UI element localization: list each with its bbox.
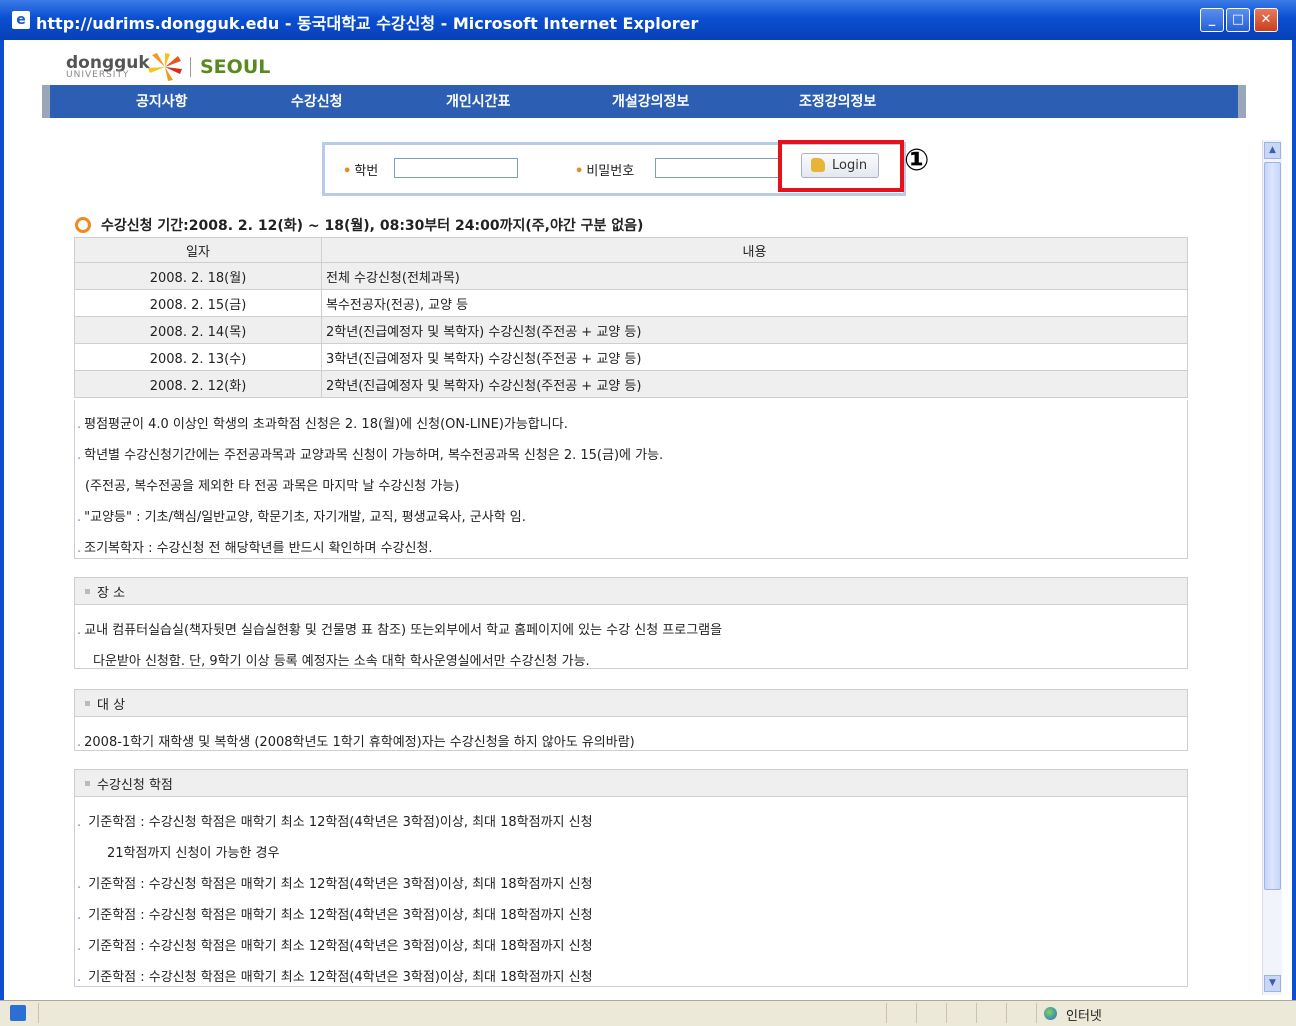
cell-date: 2008. 2. 12(화) [74, 370, 322, 398]
section-line: . 기준학점 : 수강신청 학점은 매학기 최소 12학점(4학년은 3학점)이… [77, 877, 593, 892]
note-line: (주전공, 복수전공을 제외한 타 전공 과목은 마지막 날 수강신청 가능) [85, 479, 460, 494]
cell-content: 2학년(진급예정자 및 복학자) 수강신청(주전공 + 교양 등) [321, 316, 1188, 344]
section-line: . 기준학점 : 수강신청 학점은 매학기 최소 12학점(4학년은 3학점)이… [77, 815, 593, 830]
column-header-date: 일자 [74, 237, 322, 263]
nav-item-courses[interactable]: 개설강의정보 [612, 91, 689, 111]
column-header-content: 내용 [321, 237, 1188, 263]
cell-content: 2학년(진급예정자 및 복학자) 수강신청(주전공 + 교양 등) [321, 370, 1188, 398]
cell-content: 복수전공자(전공), 교양 등 [321, 289, 1188, 317]
status-pane [1036, 1003, 1037, 1023]
cell-date: 2008. 2. 18(월) [74, 262, 322, 290]
section-title: 장 소 [97, 586, 126, 601]
status-pane [976, 1003, 977, 1023]
period-text: 수강신청 기간:2008. 2. 12(화) ~ 18(월), 08:30부터 … [101, 218, 644, 234]
place-section: 장 소 . 교내 컴퓨터실습실(책자뒷면 실습실현황 및 건물명 표 참조) 또는… [74, 577, 1188, 669]
section-title: 수강신청 학점 [97, 778, 173, 793]
section-line: . 2008-1학기 재학생 및 복학생 (2008학년도 1학기 휴학예정)자는… [77, 735, 635, 750]
section-header: 장 소 [75, 578, 1187, 605]
logo-separator [190, 57, 191, 77]
section-header: 수강신청 학점 [75, 770, 1187, 797]
table-row: 2008. 2. 14(목) 2학년(진급예정자 및 복학자) 수강신청(주전공… [74, 316, 1188, 344]
status-pane [946, 1003, 947, 1023]
main-nav: 공지사항 수강신청 개인시간표 개설강의정보 조정강의정보 [42, 85, 1246, 118]
table-row: 2008. 2. 18(월) 전체 수강신청(전체과목) [74, 262, 1188, 290]
student-id-label: • 학번 [343, 164, 379, 179]
minimize-button[interactable]: _ [1200, 8, 1224, 32]
note-line: . 조기복학자 : 수강신청 전 해당학년를 반드시 확인하며 수강신청. [77, 541, 433, 556]
table-row: 2008. 2. 12(화) 2학년(진급예정자 및 복학자) 수강신청(주전공… [74, 370, 1188, 398]
cell-content: 전체 수강신청(전체과목) [321, 262, 1188, 290]
section-line: 21학점까지 신청이 가능한 경우 [107, 846, 280, 861]
logo-mark-icon [148, 53, 182, 81]
status-pane [886, 1003, 887, 1023]
note-line: . "교양등" : 기초/핵심/일반교양, 학문기초, 자기개발, 교직, 평생교… [77, 510, 526, 525]
status-pane [38, 1003, 39, 1023]
step-annotation: ① [904, 143, 930, 178]
cell-date: 2008. 2. 14(목) [74, 316, 322, 344]
nav-item-adjusted-courses[interactable]: 조정강의정보 [799, 91, 876, 111]
section-line: . 기준학점 : 수강신청 학점은 매학기 최소 12학점(4학년은 3학점)이… [77, 908, 593, 923]
note-line: . 평점평균이 4.0 이상인 학생의 초과학점 신청은 2. 18(월)에 신청… [77, 417, 568, 432]
vertical-scrollbar[interactable]: ▲ ▼ [1262, 140, 1282, 995]
nav-cap-right [1238, 85, 1246, 118]
schedule-table: 일자 내용 2008. 2. 18(월) 전체 수강신청(전체과목) 2008.… [74, 237, 1188, 398]
cell-content: 3학년(진급예정자 및 복학자) 수강신청(주전공 + 교양 등) [321, 343, 1188, 371]
page-icon [10, 1005, 26, 1021]
status-bar: 인터넷 [0, 1000, 1296, 1026]
section-line: . 교내 컴퓨터실습실(책자뒷면 실습실현황 및 건물명 표 참조) 또는외부에서… [77, 623, 723, 638]
security-zone: 인터넷 [1066, 1009, 1102, 1024]
maximize-button[interactable]: □ [1226, 8, 1250, 32]
nav-cap-left [42, 85, 50, 118]
highlight-box [778, 140, 904, 192]
window-border-left [0, 40, 4, 1000]
logo-sub: UNIVERSITY [66, 70, 130, 80]
status-pane [1006, 1003, 1007, 1023]
table-row: 2008. 2. 13(수) 3학년(진급예정자 및 복학자) 수강신청(주전공… [74, 343, 1188, 371]
password-input[interactable] [655, 158, 779, 178]
nav-item-notice[interactable]: 공지사항 [136, 91, 188, 111]
window-title: http://udrims.dongguk.edu - 동국대학교 수강신청 -… [36, 14, 699, 33]
window-border-right [1292, 40, 1296, 1000]
window-titlebar[interactable]: e http://udrims.dongguk.edu - 동국대학교 수강신청… [0, 0, 1296, 40]
status-pane [916, 1003, 917, 1023]
credits-section: 수강신청 학점 . 기준학점 : 수강신청 학점은 매학기 최소 12학점(4학… [74, 769, 1188, 987]
section-line: . 기준학점 : 수강신청 학점은 매학기 최소 12학점(4학년은 3학점)이… [77, 939, 593, 954]
notes-box: . 평점평균이 4.0 이상인 학생의 초과학점 신청은 2. 18(월)에 신청… [74, 400, 1188, 559]
password-label: • 비밀번호 [575, 164, 635, 179]
section-line: 다운받아 신청함. 단, 9학기 이상 등록 예정자는 소속 대학 학사운영실에… [93, 654, 590, 669]
target-section: 대 상 . 2008-1학기 재학생 및 복학생 (2008학년도 1학기 휴학예… [74, 689, 1188, 751]
close-button[interactable]: ✕ [1254, 8, 1278, 32]
nav-item-timetable[interactable]: 개인시간표 [446, 91, 510, 111]
logo-campus: SEOUL [200, 56, 271, 78]
ie-icon: e [12, 11, 30, 29]
bullet-ring-icon [75, 217, 91, 233]
nav-item-registration[interactable]: 수강신청 [291, 91, 343, 111]
section-line: . 기준학점 : 수강신청 학점은 매학기 최소 12학점(4학년은 3학점)이… [77, 970, 593, 985]
student-id-input[interactable] [394, 158, 518, 178]
scroll-down-arrow-icon[interactable]: ▼ [1264, 975, 1281, 992]
section-title: 대 상 [97, 698, 126, 713]
cell-date: 2008. 2. 15(금) [74, 289, 322, 317]
table-row: 2008. 2. 15(금) 복수전공자(전공), 교양 등 [74, 289, 1188, 317]
section-header: 대 상 [75, 690, 1187, 717]
internet-globe-icon [1044, 1007, 1057, 1020]
note-line: . 학년별 수강신청기간에는 주전공과목과 교양과목 신청이 가능하며, 복수전공… [77, 448, 664, 463]
scroll-thumb[interactable] [1264, 162, 1281, 890]
cell-date: 2008. 2. 13(수) [74, 343, 322, 371]
scroll-up-arrow-icon[interactable]: ▲ [1264, 142, 1281, 159]
